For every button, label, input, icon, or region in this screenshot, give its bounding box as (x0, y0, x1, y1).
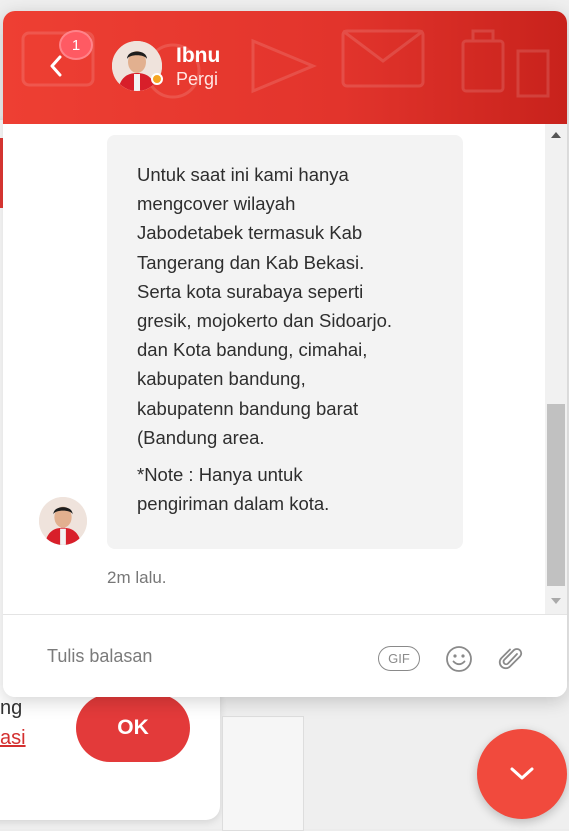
scroll-up-arrow[interactable] (551, 132, 561, 138)
scroll-to-bottom-button[interactable] (477, 729, 567, 819)
chevron-left-icon (50, 55, 62, 77)
message-list[interactable]: Untuk saat ini kami hanya mengcover wila… (3, 124, 567, 614)
attach-button[interactable] (497, 645, 525, 673)
ok-button[interactable]: OK (76, 694, 190, 762)
background-link[interactable]: asi (0, 727, 26, 750)
chat-header: 1 Ibnu Pergi (3, 11, 567, 124)
scrollbar-thumb[interactable] (547, 404, 565, 586)
message-timestamp: 2m lalu. (107, 568, 167, 587)
status-indicator (151, 73, 163, 85)
message-bubble: Untuk saat ini kami hanya mengcover wila… (107, 135, 463, 549)
unread-badge: 1 (59, 30, 93, 60)
message-note: *Note : Hanya untuk pengiriman dalam kot… (137, 464, 330, 515)
composer: GIF (3, 614, 567, 697)
reply-input[interactable] (43, 640, 371, 672)
background-text: ng (0, 697, 23, 719)
agent-status: Pergi (176, 69, 219, 89)
sender-avatar (39, 497, 87, 545)
chevron-down-icon (510, 767, 534, 780)
paperclip-icon (498, 648, 523, 670)
background-box (222, 716, 304, 831)
scroll-down-arrow[interactable] (551, 598, 561, 604)
chat-window: 1 Ibnu Pergi Untuk saat ini kami hanya m… (3, 11, 567, 697)
agent-name: Ibnu (176, 44, 221, 67)
smiley-icon (446, 646, 472, 672)
message-text: Untuk saat ini kami hanya mengcover wila… (137, 164, 393, 448)
emoji-button[interactable] (445, 645, 473, 673)
person-avatar-icon (39, 497, 87, 545)
scrollbar[interactable] (545, 124, 567, 614)
header-pattern (21, 29, 550, 99)
gif-button[interactable]: GIF (378, 646, 420, 671)
